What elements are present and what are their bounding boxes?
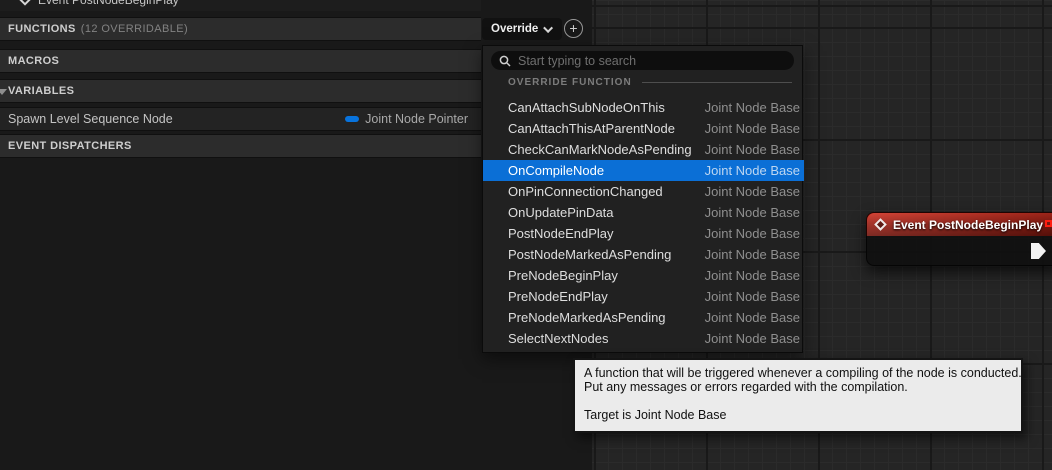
override-function-header-label: OVERRIDE FUNCTION: [508, 77, 632, 88]
function-name: CanAttachSubNodeOnThis: [508, 100, 665, 115]
function-name: PostNodeEndPlay: [508, 226, 614, 241]
function-origin: Joint Node Base: [705, 226, 800, 241]
chevron-down-icon: [543, 23, 553, 33]
variable-name: Spawn Level Sequence Node: [8, 112, 173, 126]
event-node-body: [866, 236, 1052, 266]
exec-output-pin[interactable]: [1031, 243, 1046, 259]
header-rule: [642, 82, 792, 83]
search-icon: [499, 55, 511, 67]
add-function-button[interactable]: +: [564, 19, 583, 38]
function-origin: Joint Node Base: [705, 184, 800, 199]
function-origin: Joint Node Base: [705, 163, 800, 178]
override-function-menu: Start typing to search OVERRIDE FUNCTION…: [482, 45, 803, 353]
tooltip-line: Put any messages or errors regarded with…: [584, 380, 1012, 394]
override-function-item[interactable]: OnUpdatePinData Joint Node Base: [483, 202, 804, 223]
function-name: OnPinConnectionChanged: [508, 184, 663, 199]
search-input[interactable]: Start typing to search: [491, 51, 794, 70]
search-placeholder: Start typing to search: [518, 54, 636, 68]
event-node-header[interactable]: Event PostNodeBeginPlay: [866, 212, 1052, 236]
function-name: PostNodeMarkedAsPending: [508, 247, 671, 262]
node-red-square-icon: [1045, 220, 1052, 227]
function-origin: Joint Node Base: [705, 310, 800, 325]
blueprint-editor: Event PostNodeBeginPlay Event PostNodeBe…: [0, 0, 1052, 470]
event-node-title: Event PostNodeBeginPlay: [893, 218, 1043, 232]
override-function-item[interactable]: PreNodeBeginPlay Joint Node Base: [483, 265, 804, 286]
function-origin: Joint Node Base: [705, 121, 800, 136]
override-function-item[interactable]: CanAttachThisAtParentNode Joint Node Base: [483, 118, 804, 139]
override-function-item[interactable]: PostNodeMarkedAsPending Joint Node Base: [483, 244, 804, 265]
variable-type: Joint Node Pointer: [365, 112, 468, 126]
override-function-item[interactable]: PreNodeEndPlay Joint Node Base: [483, 286, 804, 307]
function-origin: Joint Node Base: [705, 142, 800, 157]
section-event-dispatchers[interactable]: EVENT DISPATCHERS: [0, 134, 481, 158]
override-function-item[interactable]: SelectNextNodes Joint Node Base: [483, 328, 804, 349]
section-macros[interactable]: MACROS: [0, 49, 481, 73]
tooltip-target-line: Target is Joint Node Base: [584, 408, 1012, 422]
event-diamond-icon: [19, 0, 30, 6]
function-tooltip: A function that will be triggered whenev…: [573, 358, 1023, 433]
event-diamond-icon: [874, 218, 887, 231]
list-item-event-postnodebeginplay[interactable]: Event PostNodeBeginPlay: [0, 0, 481, 11]
function-origin: Joint Node Base: [705, 289, 800, 304]
function-name: CanAttachThisAtParentNode: [508, 121, 675, 136]
function-name: SelectNextNodes: [508, 331, 608, 346]
section-label: VARIABLES: [8, 85, 74, 97]
section-suffix: (12 OVERRIDABLE): [81, 23, 188, 35]
section-variables[interactable]: VARIABLES: [0, 79, 481, 103]
function-origin: Joint Node Base: [705, 100, 800, 115]
event-node[interactable]: Event PostNodeBeginPlay: [866, 212, 1052, 266]
function-origin: Joint Node Base: [705, 268, 800, 283]
section-label: EVENT DISPATCHERS: [8, 140, 132, 152]
function-name: PreNodeMarkedAsPending: [508, 310, 666, 325]
override-function-item[interactable]: PreNodeMarkedAsPending Joint Node Base: [483, 307, 804, 328]
function-name: PreNodeBeginPlay: [508, 268, 618, 283]
function-origin: Joint Node Base: [705, 247, 800, 262]
section-functions[interactable]: FUNCTIONS (12 OVERRIDABLE): [0, 17, 481, 41]
variable-type-pill-icon: [345, 116, 359, 122]
function-name: PreNodeEndPlay: [508, 289, 608, 304]
function-name: OnUpdatePinData: [508, 205, 614, 220]
override-dropdown-button[interactable]: Override: [482, 18, 562, 40]
function-name: OnCompileNode: [508, 163, 604, 178]
variable-row-spawn-level-sequence-node[interactable]: Spawn Level Sequence Node Joint Node Poi…: [0, 107, 481, 131]
override-function-list: CanAttachSubNodeOnThisJoint Node BaseCan…: [483, 97, 804, 349]
tooltip-gap: [584, 394, 1012, 408]
section-label: FUNCTIONS: [8, 23, 76, 35]
section-label: MACROS: [8, 55, 59, 67]
list-item-label: Event PostNodeBeginPlay: [38, 0, 179, 7]
override-function-header: OVERRIDE FUNCTION: [508, 77, 792, 88]
override-function-item[interactable]: PostNodeEndPlay Joint Node Base: [483, 223, 804, 244]
override-function-item[interactable]: OnPinConnectionChanged Joint Node Base: [483, 181, 804, 202]
function-origin: Joint Node Base: [705, 205, 800, 220]
override-function-item[interactable]: CheckCanMarkNodeAsPending Joint Node Base: [483, 139, 804, 160]
override-function-item[interactable]: OnCompileNode Joint Node Base: [483, 160, 804, 181]
override-button-label: Override: [491, 23, 538, 35]
tooltip-line: A function that will be triggered whenev…: [584, 366, 1012, 380]
function-origin: Joint Node Base: [705, 331, 800, 346]
override-function-item[interactable]: CanAttachSubNodeOnThis Joint Node Base: [483, 97, 804, 118]
function-name: CheckCanMarkNodeAsPending: [508, 142, 692, 157]
collapse-arrow-icon[interactable]: [0, 89, 7, 95]
